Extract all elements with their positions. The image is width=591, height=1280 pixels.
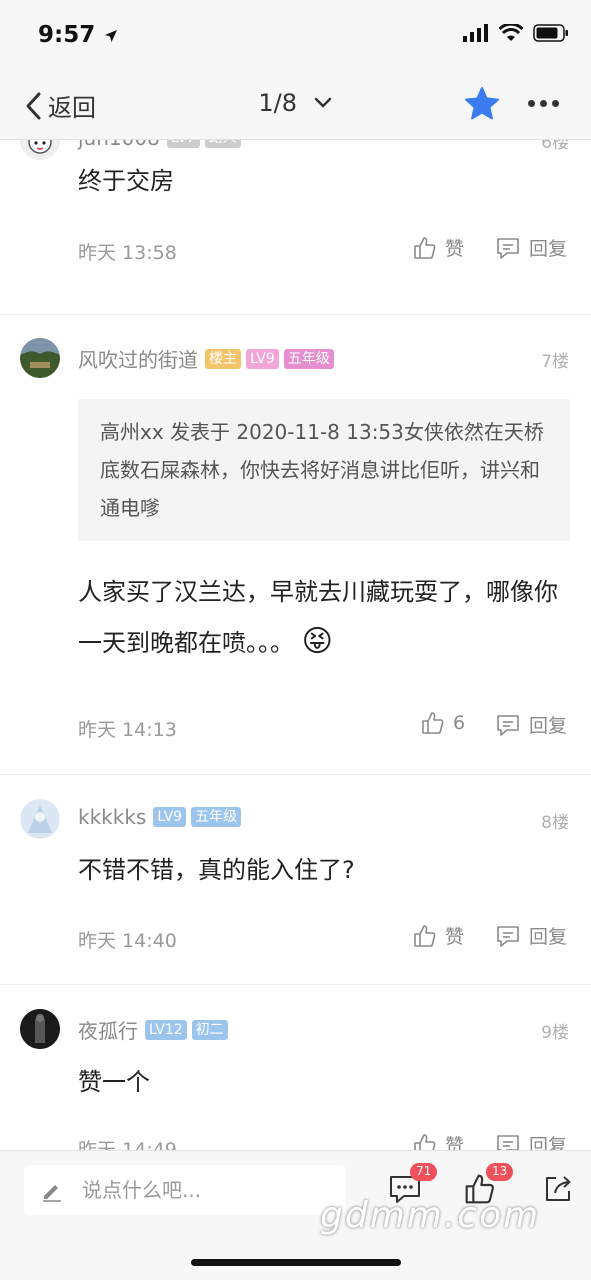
level-badge: LV7 xyxy=(166,140,200,148)
post-item: jun1008 LV7 路人 6楼 终于交房 昨天 13:58 赞 回复 xyxy=(0,140,591,315)
nav-bar: 返回 1/8 xyxy=(0,70,591,140)
level-badge: LV9 xyxy=(153,807,187,827)
level-badge: LV12 xyxy=(145,1019,187,1040)
reply-label: 回复 xyxy=(529,926,568,948)
user-row: 风吹过的街道 楼主 LV9 五年级 xyxy=(78,344,334,373)
like-button[interactable]: 赞 xyxy=(413,922,464,949)
like-button[interactable]: 赞 xyxy=(413,234,464,261)
grade-badge: 五年级 xyxy=(283,348,334,369)
favorite-button[interactable] xyxy=(464,86,500,126)
reply-label: 回复 xyxy=(529,1135,568,1150)
bottom-bar: 71 13 gdmm.com xyxy=(0,1150,591,1280)
like-button[interactable]: 赞 xyxy=(413,1131,464,1150)
post-list: jun1008 LV7 路人 6楼 终于交房 昨天 13:58 赞 回复 风吹过… xyxy=(0,140,591,1150)
status-icons xyxy=(463,24,569,42)
comment-count-badge: 71 xyxy=(410,1163,438,1181)
comment-input[interactable] xyxy=(82,1178,302,1202)
username[interactable]: jun1008 xyxy=(78,140,160,150)
grade-badge: 五年级 xyxy=(191,807,242,827)
comment-icon xyxy=(497,1134,519,1150)
location-arrow-icon xyxy=(105,29,118,42)
floor-number: 7楼 xyxy=(541,352,569,372)
user-row: kkkkks LV9 五年级 xyxy=(78,805,242,829)
star-icon xyxy=(465,87,499,120)
status-time: 9:57 xyxy=(38,22,119,48)
share-button[interactable] xyxy=(542,1173,574,1209)
post-text: 人家买了汉兰达，早就去川藏玩耍了，哪像你一天到晚都在喷。。。 😝 xyxy=(78,567,558,668)
like-label: 赞 xyxy=(445,1135,465,1150)
user-row: jun1008 LV7 路人 xyxy=(78,140,241,150)
grade-badge: 初二 xyxy=(191,1019,228,1040)
post-time: 昨天 14:13 xyxy=(78,719,177,741)
floor-number: 8楼 xyxy=(541,813,569,833)
reply-button[interactable]: 回复 xyxy=(495,234,567,261)
watermark: gdmm.com xyxy=(320,1195,541,1236)
post-text: 不错不错，真的能入住了? xyxy=(78,856,355,884)
like-label: 赞 xyxy=(445,238,465,260)
emoji-icon: 😝 xyxy=(301,624,333,659)
post-time: 昨天 14:40 xyxy=(78,930,177,952)
like-label: 赞 xyxy=(445,926,465,948)
avatar[interactable] xyxy=(20,799,60,839)
reply-button[interactable]: 回复 xyxy=(495,922,567,949)
quoted-post[interactable]: 高州xx 发表于 2020-11-8 13:53女侠依然在天桥底数石屎森林，你快… xyxy=(78,399,570,541)
signal-icon xyxy=(463,24,488,42)
reply-button[interactable]: 回复 xyxy=(495,711,567,738)
username[interactable]: kkkkks xyxy=(78,805,146,829)
floor-number: 6楼 xyxy=(541,140,569,153)
post-text: 赞一个 xyxy=(78,1068,150,1096)
page-indicator-label: 1/8 xyxy=(258,89,297,117)
like-button[interactable]: 6 xyxy=(421,711,465,735)
reply-label: 回复 xyxy=(529,238,568,260)
page-selector[interactable]: 1/8 xyxy=(0,88,591,117)
username[interactable]: 夜孤行 xyxy=(78,1015,138,1044)
post-item: 夜孤行 LV12 初二 9楼 赞一个 昨天 14:49 赞 回复 xyxy=(0,985,591,1150)
chevron-down-icon xyxy=(314,97,331,108)
avatar[interactable] xyxy=(20,140,60,160)
more-icon xyxy=(528,100,535,107)
floor-number: 9楼 xyxy=(541,1023,569,1043)
comment-icon xyxy=(497,237,519,259)
post-text: 终于交房 xyxy=(78,167,174,195)
thumbs-up-icon xyxy=(414,1133,436,1150)
home-indicator[interactable] xyxy=(191,1259,401,1266)
post-time: 昨天 13:58 xyxy=(78,242,177,264)
wifi-icon xyxy=(499,24,523,41)
grade-badge: 路人 xyxy=(204,140,241,148)
share-icon xyxy=(546,1176,571,1201)
thumbs-up-icon xyxy=(414,924,436,947)
comment-box[interactable] xyxy=(24,1165,346,1215)
post-time: 昨天 14:49 xyxy=(78,1139,177,1150)
level-badge: LV9 xyxy=(246,348,279,369)
status-bar: 9:57 xyxy=(0,0,591,70)
post-item: 风吹过的街道 楼主 LV9 五年级 7楼 高州xx 发表于 2020-11-8 … xyxy=(0,315,591,775)
username[interactable]: 风吹过的街道 xyxy=(78,344,198,373)
comment-icon xyxy=(497,714,519,736)
pencil-icon xyxy=(43,1185,61,1202)
reply-label: 回复 xyxy=(529,715,568,737)
post-item: kkkkks LV9 五年级 8楼 不错不错，真的能入住了? 昨天 14:40 … xyxy=(0,775,591,985)
avatar[interactable] xyxy=(20,1009,60,1049)
comment-icon xyxy=(497,925,519,947)
thumbs-up-icon xyxy=(414,236,436,259)
reply-button[interactable]: 回复 xyxy=(495,1131,567,1150)
avatar[interactable] xyxy=(20,338,60,378)
user-row: 夜孤行 LV12 初二 xyxy=(78,1015,228,1044)
like-count: 6 xyxy=(453,712,466,734)
like-count-badge: 13 xyxy=(486,1163,514,1181)
battery-icon xyxy=(533,24,568,42)
thumbs-up-icon xyxy=(422,712,444,734)
owner-badge: 楼主 xyxy=(205,348,241,369)
more-button[interactable] xyxy=(528,100,559,107)
